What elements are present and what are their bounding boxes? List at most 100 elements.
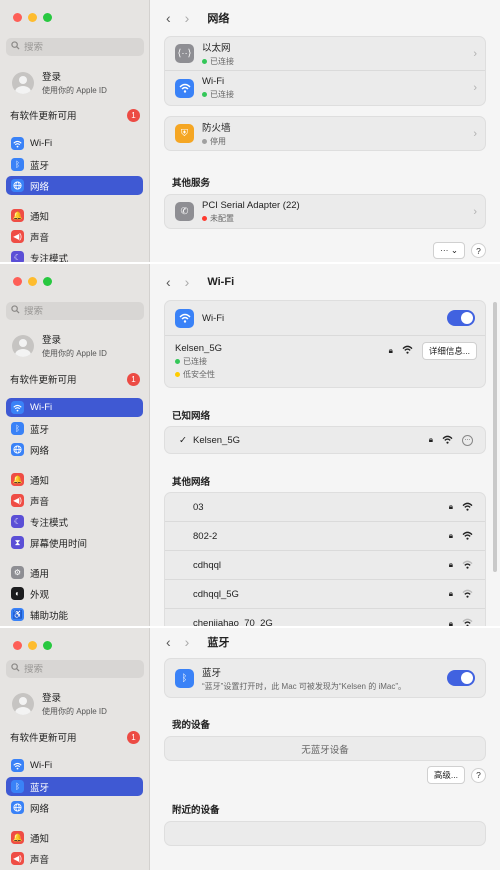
sidebar-item-focus[interactable]: ☾ 专注模式 — [6, 512, 143, 531]
more-options-icon[interactable]: ··· — [462, 434, 473, 446]
forward-chevron-icon[interactable]: › — [185, 10, 190, 26]
network-row[interactable]: cdhqql_5G 🔒︎ — [165, 580, 485, 609]
more-actions-button[interactable]: ··· ⌄ — [433, 242, 465, 259]
wifi-signal-icon — [442, 435, 453, 446]
forward-chevron-icon[interactable]: › — [185, 274, 190, 290]
network-row[interactable]: cdhqql 🔒︎ — [165, 551, 485, 580]
help-button[interactable]: ? — [471, 767, 486, 783]
sidebar-item-wifi[interactable]: Wi-Fi — [6, 398, 143, 417]
bluetooth-toggle-row: ᛒ 蓝牙 “蓝牙”设置打开时，此 Mac 可被发现为“Kelsen 的 iMac… — [165, 659, 485, 697]
account-title: 登录 — [42, 335, 62, 346]
scrollbar[interactable] — [493, 302, 497, 572]
apple-id-login[interactable]: 登录 使用你的 Apple ID — [12, 332, 107, 359]
account-title: 登录 — [42, 693, 62, 704]
sidebar-item-sound[interactable]: ◀) 声音 — [6, 849, 143, 868]
ethernet-icon: ⟨··⟩ — [175, 44, 194, 63]
service-row-firewall[interactable]: ⛨ 防火墙 停用 › — [165, 117, 485, 150]
globe-icon — [11, 801, 24, 814]
sidebar-item-network[interactable]: 网络 — [6, 176, 143, 195]
bell-icon: 🔔 — [11, 209, 24, 222]
wifi-signal-icon — [462, 531, 473, 542]
nearby-devices-header: 附近的设备 — [172, 805, 220, 816]
sidebar-item-bluetooth[interactable]: ᛒ 蓝牙 — [6, 777, 143, 796]
minimize-window-button[interactable] — [28, 13, 37, 22]
status-dot-green — [175, 359, 180, 364]
bluetooth-icon: ᛒ — [11, 422, 24, 435]
back-chevron-icon[interactable]: ‹ — [166, 634, 171, 650]
sidebar-item-notifications[interactable]: 🔔 通知 — [6, 828, 143, 847]
known-network-row[interactable]: ✓ Kelsen_5G 🔒︎ ··· — [165, 427, 485, 453]
bluetooth-icon: ᛒ — [11, 780, 24, 793]
network-settings-window: 登录 使用你的 Apple ID 有软件更新可用 1 Wi-Fi ᛒ 蓝牙 网络… — [0, 0, 500, 262]
search-input[interactable] — [24, 41, 134, 53]
sidebar-item-screen-time[interactable]: ⧗ 屏幕使用时间 — [6, 533, 143, 552]
window-controls — [13, 13, 52, 22]
other-networks-header: 其他网络 — [172, 477, 211, 488]
sidebar-item-bluetooth[interactable]: ᛒ 蓝牙 — [6, 155, 143, 174]
sidebar-item-sound[interactable]: ◀) 声音 — [6, 491, 143, 510]
search-input[interactable] — [24, 305, 134, 317]
forward-chevron-icon[interactable]: › — [185, 634, 190, 650]
sidebar-item-appearance[interactable]: ◐ 外观 — [6, 584, 143, 603]
bluetooth-toggle[interactable] — [447, 670, 475, 686]
sidebar-item-accessibility[interactable]: ♿ 辅助功能 — [6, 605, 143, 624]
search-field[interactable] — [6, 660, 144, 678]
help-button[interactable]: ? — [471, 243, 486, 258]
search-field[interactable] — [6, 302, 144, 320]
lock-icon: 🔒︎ — [448, 502, 453, 511]
network-row[interactable]: chenjiahao_70_2G 🔒︎ — [165, 609, 485, 626]
network-row[interactable]: 802-2 🔒︎ — [165, 522, 485, 551]
software-update-item[interactable]: 有软件更新可用 1 — [10, 730, 140, 744]
apple-id-login[interactable]: 登录 使用你的 Apple ID — [12, 69, 107, 96]
close-window-button[interactable] — [13, 641, 22, 650]
wifi-signal-icon — [462, 589, 473, 600]
minimize-window-button[interactable] — [28, 641, 37, 650]
search-field[interactable] — [6, 38, 144, 56]
network-content: ‹ › 网络 ⟨··⟩ 以太网 已连接 › Wi-Fi 已连接 › ⛨ 防火墙 … — [150, 0, 500, 262]
lock-icon: 🔒︎ — [448, 531, 453, 540]
close-window-button[interactable] — [13, 13, 22, 22]
search-input[interactable] — [24, 663, 134, 675]
close-window-button[interactable] — [13, 277, 22, 286]
sidebar-item-general[interactable]: ⚙ 通用 — [6, 563, 143, 582]
wifi-signal-icon — [402, 345, 413, 357]
service-row-wifi[interactable]: Wi-Fi 已连接 › — [165, 71, 485, 105]
wifi-toggle[interactable] — [447, 310, 475, 326]
sidebar-item-wifi[interactable]: Wi-Fi — [6, 134, 143, 153]
sidebar-item-focus[interactable]: ☾ 专注模式 — [6, 248, 143, 262]
known-networks-header: 已知网络 — [172, 411, 211, 422]
bell-icon: 🔔 — [11, 831, 24, 844]
sidebar-item-network[interactable]: 网络 — [6, 798, 143, 817]
bluetooth-content: ‹ › 蓝牙 ᛒ 蓝牙 “蓝牙”设置打开时，此 Mac 可被发现为“Kelsen… — [150, 628, 500, 870]
details-button[interactable]: 详细信息... — [421, 342, 477, 360]
back-chevron-icon[interactable]: ‹ — [166, 10, 171, 26]
lock-icon: 🔒︎ — [448, 618, 453, 627]
network-row[interactable]: 03 🔒︎ — [165, 493, 485, 522]
sidebar-item-wifi[interactable]: Wi-Fi — [6, 756, 143, 775]
software-update-item[interactable]: 有软件更新可用 1 — [10, 108, 140, 122]
sidebar-item-label: 蓝牙 — [30, 782, 50, 794]
advanced-button[interactable]: 高级... — [426, 766, 465, 784]
service-row-pci-serial[interactable]: ✆ PCI Serial Adapter (22) 未配置 › — [165, 195, 485, 228]
apple-id-login[interactable]: 登录 使用你的 Apple ID — [12, 690, 107, 717]
sidebar-item-sound[interactable]: ◀) 声音 — [6, 227, 143, 246]
sidebar-item-label: 屏幕使用时间 — [30, 538, 88, 550]
minimize-window-button[interactable] — [28, 277, 37, 286]
sidebar-item-bluetooth[interactable]: ᛒ 蓝牙 — [6, 419, 143, 438]
sidebar-item-label: Wi-Fi — [30, 760, 53, 771]
sidebar-item-notifications[interactable]: 🔔 通知 — [6, 206, 143, 225]
wifi-signal-icon — [462, 502, 473, 513]
back-chevron-icon[interactable]: ‹ — [166, 274, 171, 290]
zoom-window-button[interactable] — [43, 277, 52, 286]
zoom-window-button[interactable] — [43, 641, 52, 650]
sidebar-item-label: Wi-Fi — [30, 138, 53, 149]
service-row-ethernet[interactable]: ⟨··⟩ 以太网 已连接 › — [165, 37, 485, 71]
sidebar-item-label: 网络 — [30, 445, 50, 457]
search-icon — [11, 305, 20, 317]
sidebar-item-network[interactable]: 网络 — [6, 440, 143, 459]
service-name: 防火墙 — [202, 123, 231, 134]
security-status: 低安全性 — [183, 370, 215, 379]
zoom-window-button[interactable] — [43, 13, 52, 22]
sidebar-item-notifications[interactable]: 🔔 通知 — [6, 470, 143, 489]
software-update-item[interactable]: 有软件更新可用 1 — [10, 372, 140, 386]
